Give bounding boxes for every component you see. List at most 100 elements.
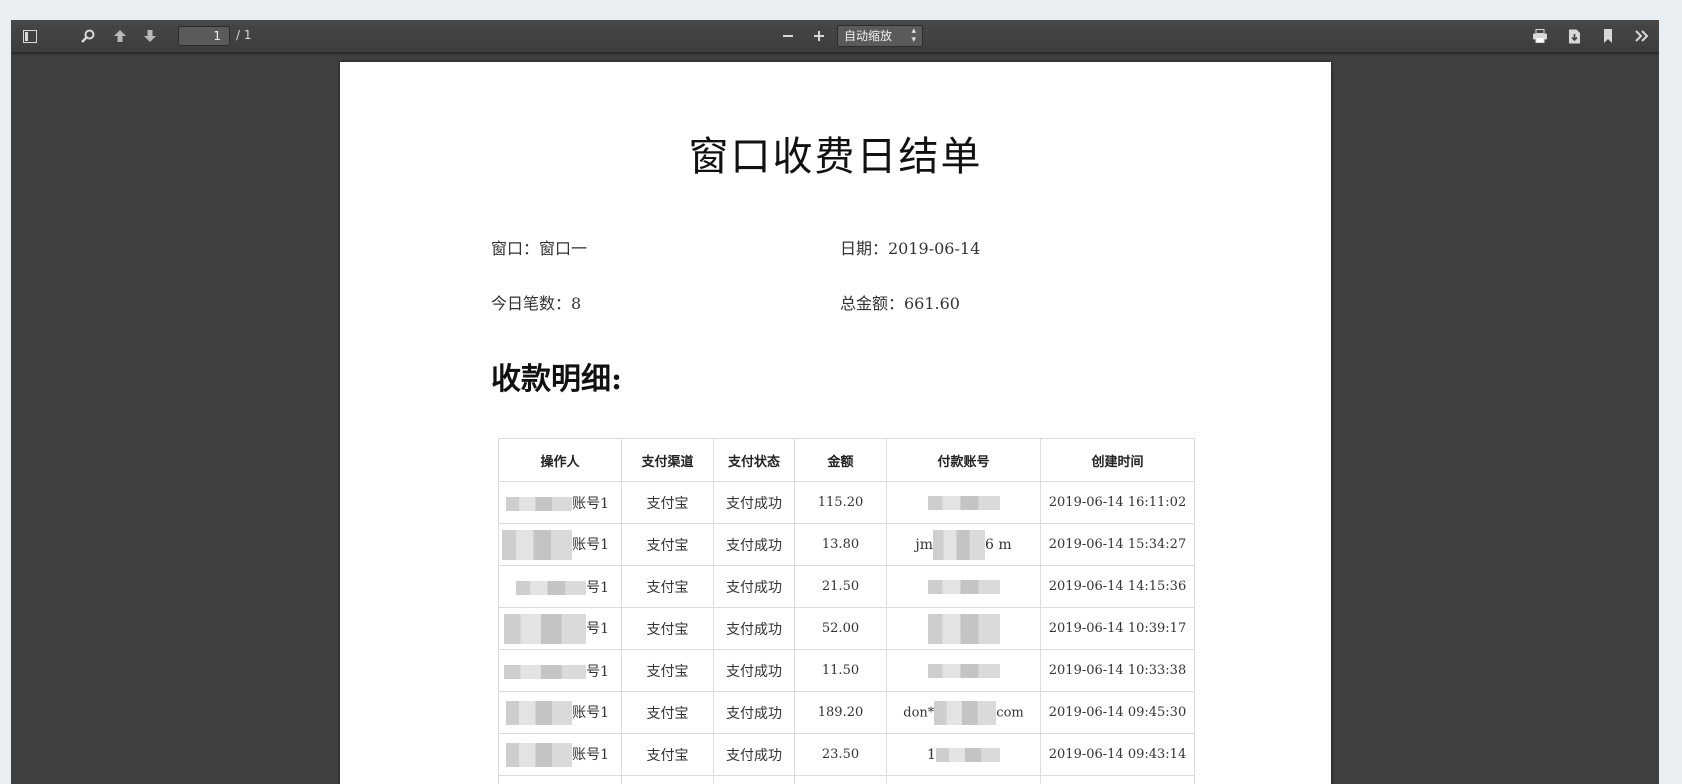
window-label: 窗口：窗口一 [491, 239, 588, 258]
search-icon[interactable] [75, 24, 101, 48]
column-header-operator: 操作人 [498, 438, 622, 482]
channel-cell: 支付宝 [621, 481, 714, 524]
account-cell [886, 481, 1041, 524]
redaction-mosaic [932, 529, 985, 560]
operator-cell: 号1 [498, 607, 622, 650]
operator-text: 号1 [586, 579, 609, 596]
zoom-select[interactable]: 自动缩放 ▴ ▾ [837, 25, 923, 47]
account-suffix-text: 6 m [984, 536, 1012, 553]
created-time-cell: 2019-06-14 15:34:27 [1040, 523, 1195, 566]
operator-cell: 账号1 [498, 691, 622, 734]
redaction-mosaic [506, 700, 573, 725]
operator-text: 账号1 [572, 536, 609, 553]
transaction-count-label: 今日笔数：8 [491, 294, 582, 313]
sidebar-toggle-icon[interactable] [17, 24, 43, 48]
status-cell [713, 775, 795, 784]
status-cell: 支付成功 [713, 691, 795, 734]
channel-cell: 支付宝 [621, 565, 714, 608]
redaction-mosaic [934, 700, 997, 725]
amount-cell [794, 775, 887, 784]
column-header-amount: 金额 [794, 438, 887, 482]
status-cell: 支付成功 [713, 481, 795, 524]
download-icon[interactable] [1561, 24, 1587, 48]
channel-cell: 支付宝 [621, 523, 714, 566]
account-cell [886, 607, 1041, 650]
created-time-cell: 2019-06-14 09:43:14 [1040, 733, 1195, 776]
redaction-mosaic [504, 613, 587, 644]
table-row [498, 775, 1195, 784]
operator-cell: 账号1 [498, 481, 622, 524]
channel-cell [621, 775, 714, 784]
operator-cell: 账号1 [498, 523, 622, 566]
channel-cell: 支付宝 [621, 691, 714, 734]
account-cell [886, 649, 1041, 692]
created-time-cell: 2019-06-14 16:11:02 [1040, 481, 1195, 524]
operator-text: 账号1 [572, 704, 609, 721]
operator-text: 账号1 [572, 495, 609, 512]
section-title: 收款明细: [491, 362, 623, 397]
table-row: 号1 支付宝 支付成功 21.50 2019-06-14 14:15:36 [498, 565, 1195, 608]
channel-cell: 支付宝 [621, 733, 714, 776]
table-row: 号1 支付宝 支付成功 11.50 2019-06-14 10:33:38 [498, 649, 1195, 692]
operator-cell: 号1 [498, 565, 622, 608]
column-header-channel: 支付渠道 [621, 438, 714, 482]
page-count: / 1 [236, 28, 252, 42]
status-cell: 支付成功 [713, 607, 795, 650]
operator-cell [498, 775, 622, 784]
account-suffix-text: com [996, 705, 1024, 720]
redaction-mosaic [504, 664, 587, 679]
next-page-icon[interactable] [137, 24, 163, 48]
redaction-mosaic [506, 496, 573, 511]
amount-cell: 52.00 [794, 607, 887, 650]
redaction-mosaic [935, 747, 1000, 762]
redaction-mosaic [927, 663, 1000, 678]
operator-text: 号1 [586, 663, 609, 680]
created-time-cell: 2019-06-14 10:33:38 [1040, 649, 1195, 692]
redaction-mosaic [927, 613, 1000, 644]
status-cell: 支付成功 [713, 649, 795, 692]
redaction-mosaic [506, 742, 573, 767]
previous-page-icon[interactable] [107, 24, 133, 48]
column-header-created-time: 创建时间 [1040, 438, 1195, 482]
total-amount-label: 总金额：661.60 [840, 294, 960, 313]
redaction-mosaic [927, 495, 1000, 510]
account-text: don* [903, 705, 935, 720]
column-header-account: 付款账号 [886, 438, 1041, 482]
redaction-mosaic [927, 579, 1000, 594]
print-icon[interactable] [1527, 24, 1553, 48]
status-cell: 支付成功 [713, 733, 795, 776]
status-cell: 支付成功 [713, 523, 795, 566]
table-row: 号1 支付宝 支付成功 52.00 2019-06-14 10:39:17 [498, 607, 1195, 650]
column-header-status: 支付状态 [713, 438, 795, 482]
chevron-up-down-icon: ▴ ▾ [911, 26, 916, 45]
bookmark-icon[interactable] [1595, 24, 1621, 48]
date-label: 日期：2019-06-14 [840, 239, 981, 258]
tools-double-chevron-icon[interactable] [1629, 24, 1655, 48]
account-text: jm [915, 536, 933, 553]
zoom-in-icon[interactable] [806, 24, 832, 48]
account-cell [886, 775, 1041, 784]
table-row: 账号1 支付宝 支付成功 23.50 1 2019-06-14 09:43:14 [498, 733, 1195, 776]
table-row: 账号1 支付宝 支付成功 115.20 2019-06-14 16:11:02 [498, 481, 1195, 524]
account-text: 1 [927, 746, 936, 763]
zoom-out-icon[interactable] [775, 24, 801, 48]
amount-cell: 115.20 [794, 481, 887, 524]
amount-cell: 11.50 [794, 649, 887, 692]
zoom-select-value: 自动缩放 [844, 29, 893, 43]
operator-cell: 账号1 [498, 733, 622, 776]
page-number-input[interactable]: 1 [178, 26, 230, 46]
account-cell [886, 565, 1041, 608]
payment-records-table: 操作人 支付渠道 支付状态 金额 付款账号 创建时间 账号1 支付宝 支付成功 … [498, 438, 1195, 784]
account-cell: don* com [886, 691, 1041, 734]
amount-cell: 21.50 [794, 565, 887, 608]
operator-text: 号1 [586, 620, 609, 637]
channel-cell: 支付宝 [621, 649, 714, 692]
table-row: 账号1 支付宝 支付成功 13.80 jm 6 m 2019-06-14 15:3… [498, 523, 1195, 566]
created-time-cell: 2019-06-14 14:15:36 [1040, 565, 1195, 608]
amount-cell: 189.20 [794, 691, 887, 734]
pdf-page: 窗口收费日结单 窗口：窗口一 日期：2019-06-14 今日笔数：8 总金额：… [340, 62, 1331, 784]
pdf-viewer: 1 / 1 自动缩放 ▴ ▾ 窗口收费日结单 窗口：窗口一 日期：2019-06-… [11, 20, 1659, 784]
document-title: 窗口收费日结单 [688, 134, 983, 180]
redaction-mosaic [502, 529, 573, 560]
status-cell: 支付成功 [713, 565, 795, 608]
